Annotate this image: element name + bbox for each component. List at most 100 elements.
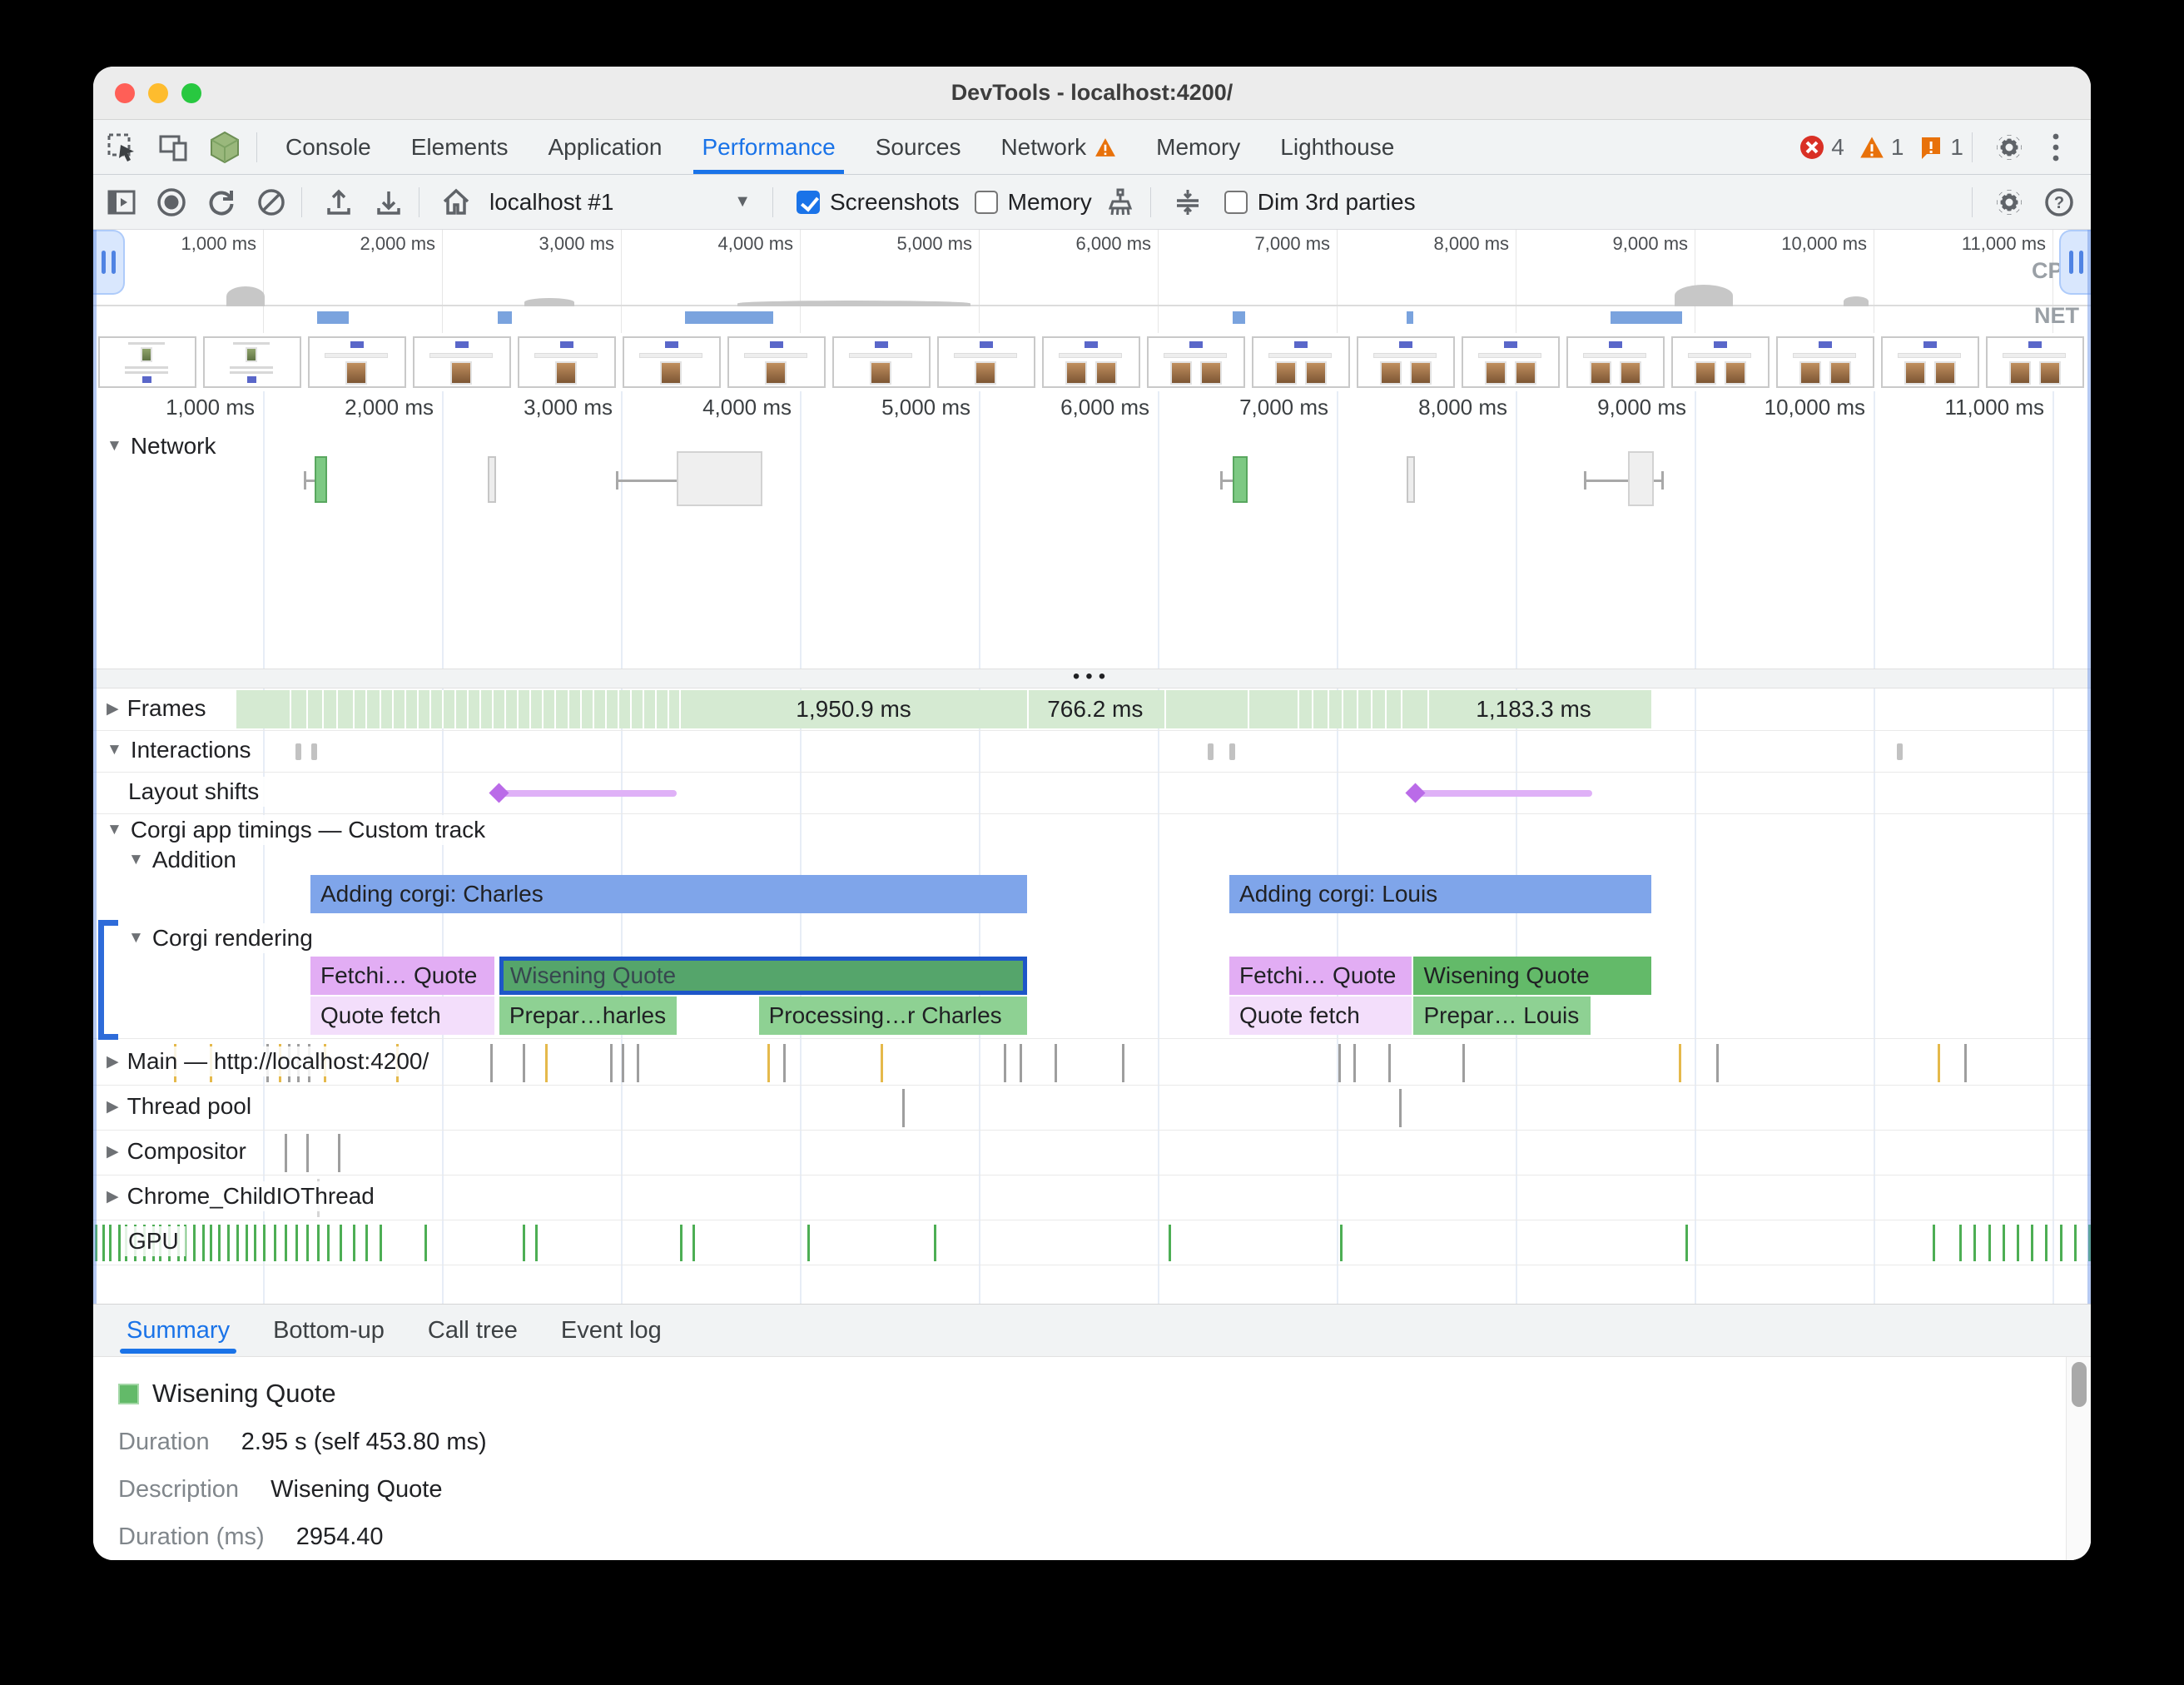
screenshot-thumbnail[interactable] [1566, 336, 1665, 388]
interaction-tick[interactable] [1229, 743, 1235, 760]
request-bar[interactable] [315, 456, 327, 503]
interaction-tick[interactable] [295, 743, 301, 760]
interaction-tick[interactable] [1208, 743, 1214, 760]
issues-badge[interactable]: 1 [1918, 134, 1963, 161]
timing-bar[interactable]: Prepar… Louis [1413, 997, 1591, 1035]
timing-bar[interactable]: Processing…r Charles [759, 997, 1028, 1035]
record-button[interactable] [150, 181, 193, 224]
timing-bar[interactable]: Quote fetch [1229, 997, 1412, 1035]
collapse-tracks-icon[interactable] [1166, 181, 1209, 224]
request-bar[interactable] [1407, 456, 1415, 503]
screenshot-thumbnail[interactable] [1252, 336, 1350, 388]
overview-right-handle[interactable] [2059, 230, 2091, 295]
inspect-element-icon[interactable] [98, 127, 145, 168]
tab-console[interactable]: Console [266, 120, 391, 174]
screenshot-thumbnail[interactable] [1357, 336, 1455, 388]
screenshot-thumbnail[interactable] [937, 336, 1035, 388]
screenshot-thumbnail[interactable] [1671, 336, 1770, 388]
track-label-frames[interactable]: ▶Frames [100, 693, 213, 723]
track-label-threadpool[interactable]: ▶Thread pool [100, 1091, 258, 1121]
capture-settings-gear-icon[interactable] [1988, 181, 2031, 224]
memory-checkbox[interactable]: Memory [975, 189, 1092, 216]
screenshot-thumbnail[interactable] [98, 336, 196, 388]
layout-shift-diamond[interactable] [1405, 783, 1425, 803]
tab-event-log[interactable]: Event log [561, 1305, 662, 1356]
track-label-childio[interactable]: ▶Chrome_ChildIOThread [100, 1181, 381, 1211]
screenshots-checkbox[interactable]: Screenshots [797, 189, 960, 216]
screenshot-thumbnail[interactable] [1986, 336, 2084, 388]
tab-sources[interactable]: Sources [856, 120, 981, 174]
console-errors-badge[interactable]: 4 [1799, 134, 1844, 161]
scrollbar-track[interactable] [2066, 1357, 2091, 1560]
track-label-corgi-app-timings[interactable]: ▼Corgi app timings — Custom track [100, 815, 492, 845]
help-icon[interactable]: ? [2038, 181, 2081, 224]
frames-band[interactable] [236, 690, 1652, 728]
timing-bar[interactable]: Prepar…harles [499, 997, 677, 1035]
request-bar[interactable] [488, 456, 496, 503]
tab-network[interactable]: Network [980, 120, 1136, 174]
track-label-layout-shifts[interactable]: Layout shifts [122, 777, 266, 807]
kebab-menu-icon[interactable] [2033, 127, 2079, 168]
dim-3rd-parties-checkbox[interactable]: Dim 3rd parties [1224, 189, 1416, 216]
clear-button[interactable] [250, 181, 293, 224]
device-toolbar-icon[interactable] [150, 127, 196, 168]
screenshot-thumbnail[interactable] [1042, 336, 1140, 388]
download-profile-icon[interactable] [367, 181, 410, 224]
tab-bottom-up[interactable]: Bottom-up [273, 1305, 385, 1356]
timing-bar[interactable]: Quote fetch [310, 997, 494, 1035]
screenshot-thumbnail[interactable] [1881, 336, 1979, 388]
layout-shift-line[interactable] [499, 790, 677, 797]
screenshot-thumbnail[interactable] [1462, 336, 1560, 388]
interaction-tick[interactable] [311, 743, 317, 760]
tab-elements[interactable]: Elements [391, 120, 529, 174]
track-label-corgi-rendering[interactable]: ▼Corgi rendering [122, 923, 320, 953]
timing-bar[interactable]: Fetchi… Quote [1229, 957, 1412, 995]
request-bar[interactable] [1628, 451, 1653, 506]
request-bar[interactable] [677, 451, 762, 506]
track-label-addition[interactable]: ▼Addition [122, 845, 243, 875]
layout-shift-line[interactable] [1416, 790, 1593, 797]
timing-bar[interactable]: Adding corgi: Louis [1229, 875, 1651, 913]
timing-bar[interactable]: Fetchi… Quote [310, 957, 494, 995]
tab-summary[interactable]: Summary [127, 1305, 230, 1356]
screenshot-thumbnail[interactable] [413, 336, 511, 388]
reload-record-button[interactable] [200, 181, 243, 224]
garbage-collect-icon[interactable] [1099, 181, 1142, 224]
screenshot-thumbnail[interactable] [1776, 336, 1874, 388]
track-label-network[interactable]: ▼ Network [100, 431, 223, 461]
selection-right-edge[interactable] [2087, 230, 2091, 1304]
overview-left-handle[interactable] [93, 230, 125, 295]
tab-application[interactable]: Application [528, 120, 682, 174]
section-resize-divider[interactable]: ••• [93, 669, 2091, 688]
track-label-gpu[interactable]: GPU [122, 1226, 186, 1256]
track-label-interactions[interactable]: ▼Interactions [100, 735, 258, 765]
tab-memory[interactable]: Memory [1136, 120, 1260, 174]
console-warnings-badge[interactable]: 1 [1859, 134, 1904, 161]
screenshot-thumbnail[interactable] [727, 336, 826, 388]
timing-bar[interactable]: Wisening Quote [499, 957, 1027, 995]
request-bar[interactable] [1233, 456, 1247, 503]
tab-call-tree[interactable]: Call tree [428, 1305, 518, 1356]
screenshot-thumbnail[interactable] [203, 336, 301, 388]
selection-left-edge[interactable] [93, 230, 97, 1304]
timeline-overview[interactable]: 1,000 ms2,000 ms3,000 ms4,000 ms5,000 ms… [93, 230, 2091, 333]
settings-gear-icon[interactable] [1986, 127, 2033, 168]
screenshot-thumbnail[interactable] [832, 336, 931, 388]
timing-bar[interactable]: Adding corgi: Charles [310, 875, 1027, 913]
toggle-sidebar-icon[interactable] [100, 181, 143, 224]
track-label-compositor[interactable]: ▶Compositor [100, 1136, 253, 1166]
interaction-tick[interactable] [1897, 743, 1903, 760]
scrollbar-thumb[interactable] [2072, 1362, 2087, 1407]
upload-profile-icon[interactable] [317, 181, 360, 224]
extension-hexagon-icon[interactable] [201, 127, 248, 168]
timing-bar[interactable]: Wisening Quote [1413, 957, 1651, 995]
screenshot-thumbnail[interactable] [518, 336, 616, 388]
screenshot-thumbnail[interactable] [623, 336, 721, 388]
tab-performance[interactable]: Performance [682, 120, 855, 174]
screenshot-thumbnail[interactable] [1147, 336, 1245, 388]
home-icon[interactable] [434, 181, 478, 224]
screenshot-thumbnail[interactable] [308, 336, 406, 388]
tab-lighthouse[interactable]: Lighthouse [1260, 120, 1414, 174]
track-label-main[interactable]: ▶Main — http://localhost:4200/ [100, 1046, 435, 1076]
history-select[interactable]: localhost #1 ▼ [489, 189, 764, 216]
